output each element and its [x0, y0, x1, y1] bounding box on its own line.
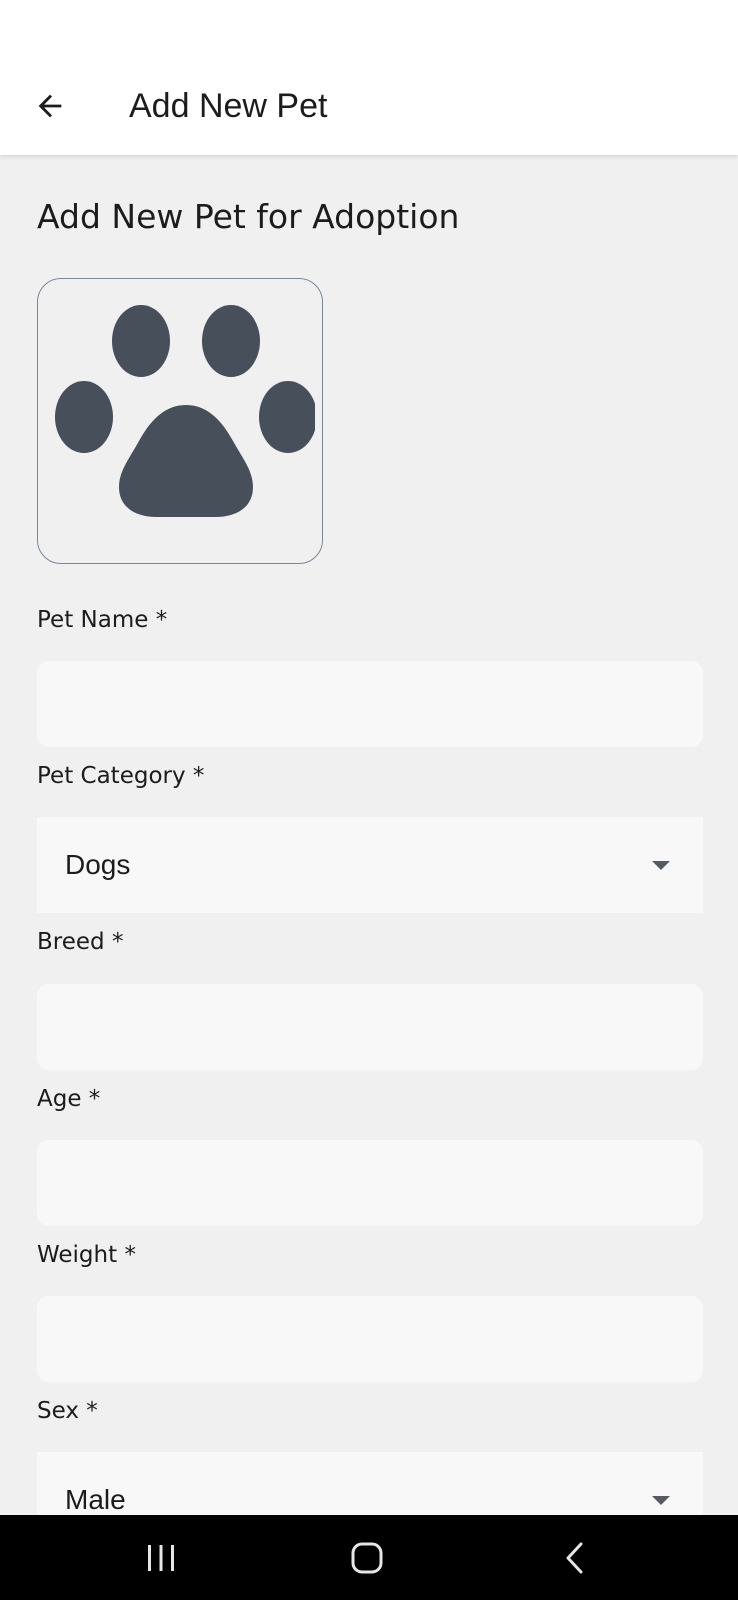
age-input[interactable] — [37, 1140, 703, 1226]
back-button[interactable] — [22, 78, 78, 134]
recents-icon — [148, 1544, 174, 1571]
page-heading: Add New Pet for Adoption — [37, 197, 460, 236]
pet-category-label: Pet Category * — [37, 763, 205, 789]
dropdown-arrow-icon — [652, 1496, 670, 1505]
sex-label: Sex * — [37, 1398, 98, 1424]
weight-label: Weight * — [37, 1242, 136, 1268]
sex-select[interactable]: Male — [37, 1452, 703, 1515]
dropdown-arrow-icon — [652, 861, 670, 870]
breed-label: Breed * — [37, 929, 124, 955]
weight-input[interactable] — [37, 1296, 703, 1382]
top-app-bar: Add New Pet — [0, 0, 738, 155]
system-back-button[interactable] — [515, 1515, 635, 1600]
system-navigation-bar — [0, 1515, 738, 1600]
home-button[interactable] — [307, 1515, 427, 1600]
pet-name-input[interactable] — [37, 661, 703, 747]
pet-photo-picker[interactable] — [37, 278, 323, 564]
app-bar-title: Add New Pet — [129, 87, 328, 125]
breed-input[interactable] — [37, 984, 703, 1070]
pet-category-select[interactable]: Dogs — [37, 817, 703, 913]
arrow-left-icon — [38, 94, 62, 118]
paw-icon — [55, 305, 315, 517]
pet-name-label: Pet Name * — [37, 607, 168, 633]
age-label: Age * — [37, 1086, 101, 1112]
sex-value: Male — [65, 1484, 126, 1515]
app-screen: Add New Pet Add New Pet for Adoption Pet… — [0, 0, 738, 1600]
recents-button[interactable] — [101, 1515, 221, 1600]
form-content[interactable]: Add New Pet for Adoption Pet Name * Pet … — [0, 155, 738, 1515]
home-icon — [351, 1542, 383, 1573]
nav-back-icon — [566, 1542, 583, 1573]
pet-category-value: Dogs — [65, 849, 131, 880]
